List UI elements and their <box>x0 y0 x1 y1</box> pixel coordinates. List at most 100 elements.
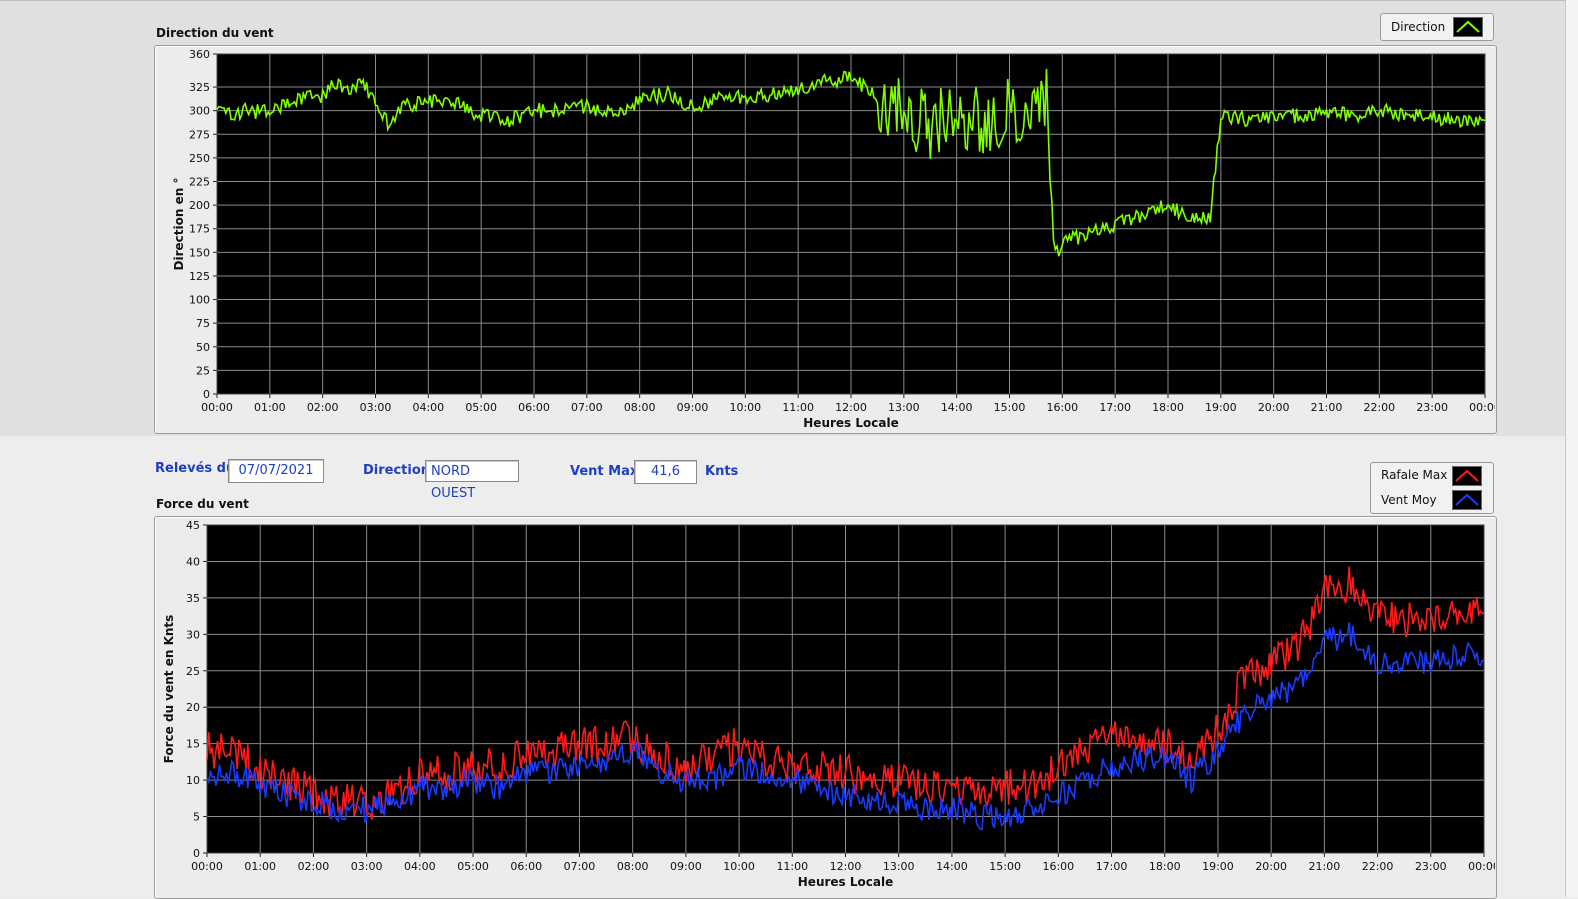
force-chart: 00:00 01:00 02:00 03:00 04:00 05:00 06:00 07:00… <box>162 519 1495 889</box>
direction-ytick-label: 325 <box>189 81 210 94</box>
force-ytick-label: 10 <box>186 774 200 787</box>
direction-ytick-label: 50 <box>196 341 210 354</box>
force-ytick-label: 40 <box>186 555 200 568</box>
ventmax-unit-label: Knts <box>705 464 739 479</box>
force-ytick-label: 30 <box>186 628 200 641</box>
force-xtick-label: 14:00 <box>936 860 968 873</box>
ventmax-label: Vent Max <box>570 464 639 479</box>
direction-chart-title: Direction du vent <box>156 26 274 40</box>
force-xtick-label: 20:00 <box>1255 860 1287 873</box>
force-xtick-label: 02:00 <box>298 860 330 873</box>
direction-legend-label: Direction <box>1391 20 1446 34</box>
force-xtick-label: 17:00 <box>1096 860 1128 873</box>
force-ytick-label: 0 <box>193 847 200 860</box>
gust-legend-line-icon <box>1455 469 1479 482</box>
direction-xtick-label: 03:00 <box>360 401 392 414</box>
direction-ytick-label: 200 <box>189 199 210 212</box>
force-xtick-label: 22:00 <box>1362 860 1394 873</box>
direction-ytick-label: 275 <box>189 128 210 141</box>
force-xtick-label: 06:00 <box>510 860 542 873</box>
direction-xtick-label: 12:00 <box>835 401 867 414</box>
force-xtick-label: 03:00 <box>351 860 383 873</box>
force-legend[interactable]: Rafale Max Vent Moy <box>1370 462 1494 514</box>
direction-ytick-label: 250 <box>189 152 210 165</box>
direction-ytick-label: 25 <box>196 364 210 377</box>
force-ytick-label: 15 <box>186 738 200 751</box>
ventmax-value-field[interactable]: 41,6 <box>634 460 697 484</box>
direction-xtick-label: 20:00 <box>1258 401 1290 414</box>
force-ytick-label: 45 <box>186 519 200 532</box>
force-legend-avg-swatch <box>1452 490 1482 510</box>
force-xtick-label: 15:00 <box>989 860 1021 873</box>
releves-label: Relevés du <box>155 461 236 476</box>
direction-xtick-label: 02:00 <box>307 401 339 414</box>
direction-xtick-label: 16:00 <box>1046 401 1078 414</box>
force-chart-title: Force du vent <box>156 497 249 511</box>
force-yaxis-label: Force du vent en Knts <box>162 615 176 764</box>
force-xtick-label: 01:00 <box>244 860 276 873</box>
direction-xtick-label: 15:00 <box>994 401 1026 414</box>
force-xtick-label: 00:00 <box>1468 860 1495 873</box>
force-xtick-label: 18:00 <box>1149 860 1181 873</box>
direction-xtick-label: 19:00 <box>1205 401 1237 414</box>
direction-xtick-label: 10:00 <box>729 401 761 414</box>
force-xtick-label: 16:00 <box>1042 860 1074 873</box>
direction-xtick-label: 18:00 <box>1152 401 1184 414</box>
direction-info-label: Direction <box>363 463 431 478</box>
direction-ytick-label: 150 <box>189 246 210 259</box>
force-xtick-label: 00:00 <box>191 860 223 873</box>
force-xtick-label: 12:00 <box>830 860 862 873</box>
date-field[interactable]: 07/07/2021 <box>228 459 324 483</box>
force-ytick-label: 25 <box>186 665 200 678</box>
direction-ytick-label: 225 <box>189 176 210 189</box>
direction-xtick-label: 17:00 <box>1099 401 1131 414</box>
direction-xtick-label: 08:00 <box>624 401 656 414</box>
window-edge-strip <box>1565 0 1578 897</box>
force-xtick-label: 04:00 <box>404 860 436 873</box>
force-xtick-label: 09:00 <box>670 860 702 873</box>
direction-xtick-label: 14:00 <box>941 401 973 414</box>
direction-xtick-label: 09:00 <box>677 401 709 414</box>
direction-xtick-label: 05:00 <box>465 401 497 414</box>
direction-ytick-label: 75 <box>196 317 210 330</box>
direction-xaxis-label: Heures Locale <box>803 416 898 430</box>
force-ytick-label: 5 <box>193 811 200 824</box>
direction-xtick-label: 11:00 <box>782 401 814 414</box>
direction-legend-swatch <box>1453 17 1483 37</box>
direction-xtick-label: 07:00 <box>571 401 603 414</box>
force-xtick-label: 19:00 <box>1202 860 1234 873</box>
direction-chart: 00:00 01:00 02:00 03:00 04:00 05:00 06:00 07:00… <box>172 48 1495 430</box>
force-xtick-label: 07:00 <box>564 860 596 873</box>
force-xaxis-label: Heures Locale <box>798 875 893 889</box>
force-xtick-label: 05:00 <box>457 860 489 873</box>
direction-xtick-label: 04:00 <box>412 401 444 414</box>
force-ytick-label: 35 <box>186 592 200 605</box>
force-legend-gust-label: Rafale Max <box>1381 468 1448 482</box>
direction-ytick-label: 300 <box>189 105 210 118</box>
direction-xtick-label: 06:00 <box>518 401 550 414</box>
direction-legend-line-icon <box>1456 20 1480 33</box>
direction-legend[interactable]: Direction <box>1380 13 1494 41</box>
direction-ytick-label: 360 <box>189 48 210 61</box>
direction-xtick-label: 21:00 <box>1311 401 1343 414</box>
force-xtick-label: 13:00 <box>883 860 915 873</box>
avg-legend-line-icon <box>1455 493 1479 506</box>
force-legend-gust-swatch <box>1452 466 1482 486</box>
direction-ytick-label: 125 <box>189 270 210 283</box>
direction-ytick-label: 175 <box>189 223 210 236</box>
force-xtick-label: 23:00 <box>1415 860 1447 873</box>
force-xtick-label: 21:00 <box>1309 860 1341 873</box>
direction-xtick-label: 00:00 <box>201 401 233 414</box>
force-xtick-label: 11:00 <box>776 860 808 873</box>
force-legend-avg-label: Vent Moy <box>1381 493 1437 507</box>
force-xtick-label: 10:00 <box>723 860 755 873</box>
direction-ytick-label: 0 <box>203 388 210 401</box>
direction-value-field[interactable]: NORD OUEST <box>425 460 519 501</box>
direction-xtick-label: 22:00 <box>1363 401 1395 414</box>
direction-ytick-label: 100 <box>189 294 210 307</box>
direction-xtick-label: 00:00 <box>1469 401 1495 414</box>
direction-yaxis-label: Direction en ° <box>172 178 186 271</box>
direction-xtick-label: 13:00 <box>888 401 920 414</box>
direction-xtick-label: 01:00 <box>254 401 286 414</box>
direction-xtick-label: 23:00 <box>1416 401 1448 414</box>
